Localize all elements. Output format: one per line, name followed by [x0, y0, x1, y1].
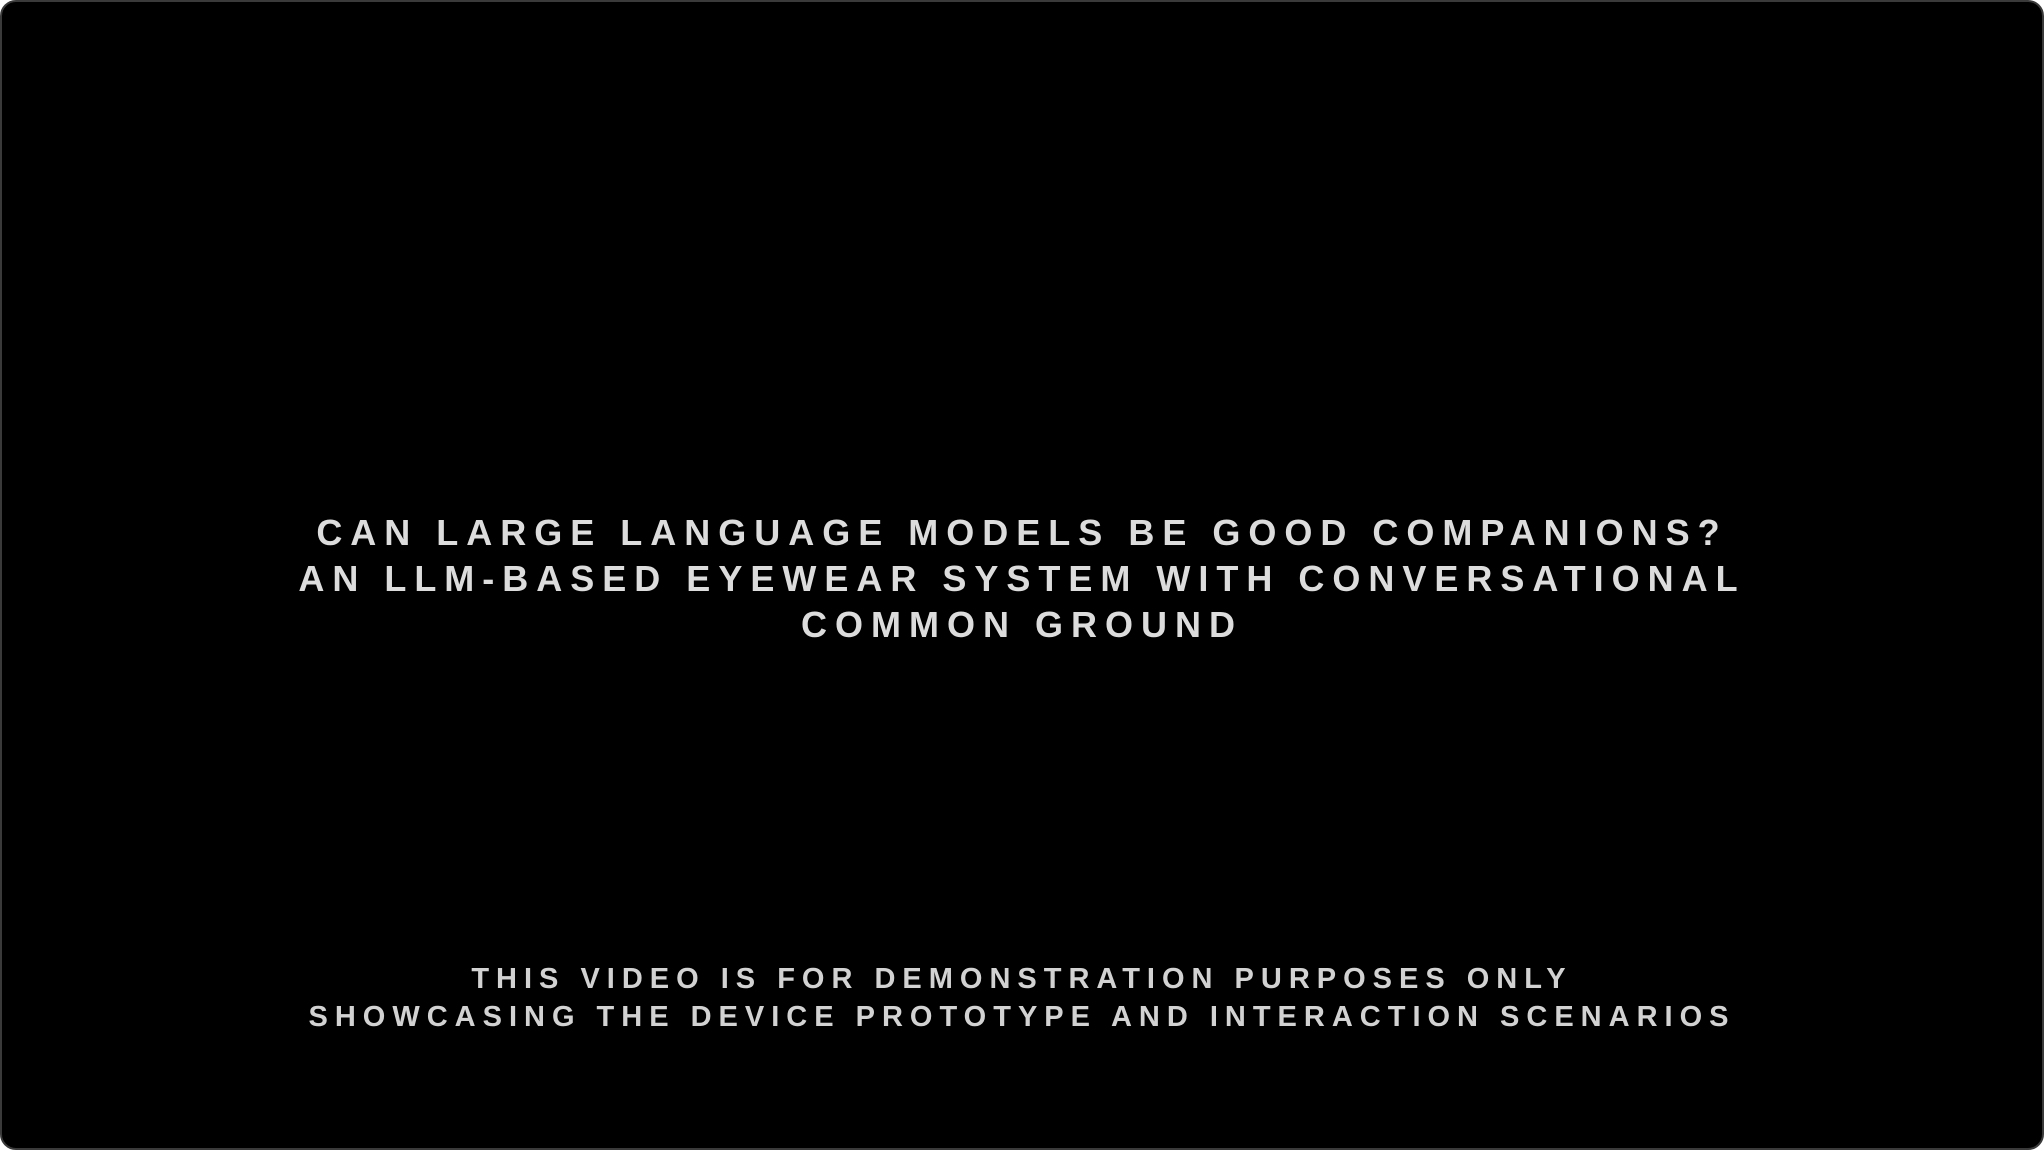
video-disclaimer: THIS VIDEO IS FOR DEMONSTRATION PURPOSES…	[2, 960, 2042, 1036]
disclaimer-line: SHOWCASING THE DEVICE PROTOTYPE AND INTE…	[308, 1001, 1736, 1033]
video-title: CAN LARGE LANGUAGE MODELS BE GOOD COMPAN…	[2, 510, 2042, 648]
title-line: COMMON GROUND	[801, 604, 1243, 645]
video-frame[interactable]: CAN LARGE LANGUAGE MODELS BE GOOD COMPAN…	[0, 0, 2044, 1150]
disclaimer-line: THIS VIDEO IS FOR DEMONSTRATION PURPOSES…	[471, 963, 1573, 995]
title-line: CAN LARGE LANGUAGE MODELS BE GOOD COMPAN…	[316, 512, 1728, 553]
title-line: AN LLM-BASED EYEWEAR SYSTEM WITH CONVERS…	[298, 558, 1746, 599]
